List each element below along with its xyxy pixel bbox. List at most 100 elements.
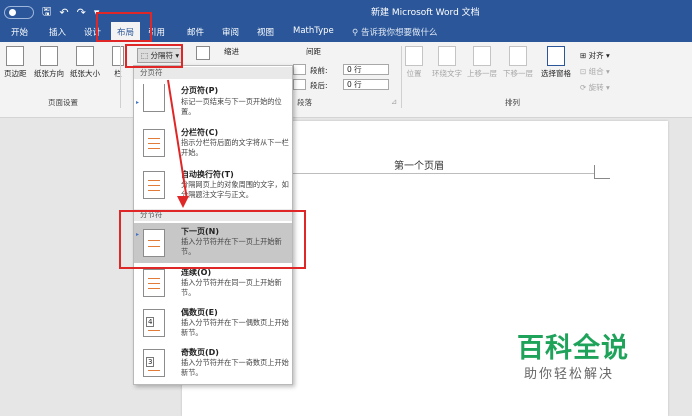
menu-item-text-wrapping-break[interactable]: 自动换行符(T) 分隔网页上的对象周围的文字，如分隔题注文字与正文。	[134, 167, 292, 209]
columns-icon	[112, 46, 124, 66]
group-button[interactable]: ⊡ 组合 ▾	[580, 66, 610, 77]
spacing-label: 间距	[306, 47, 321, 56]
menu-item-page-break[interactable]: ▸ 分页符(P) 标记一页结束与下一页开始的位置。	[134, 81, 292, 123]
wrap-text-button[interactable]: 环绕文字	[432, 46, 462, 79]
menu-item-even-page[interactable]: 4 偶数页(E) 插入分节符并在下一偶数页上开始新节。	[134, 305, 292, 345]
bring-forward-label: 上移一层	[467, 69, 497, 78]
text-wrapping-icon	[143, 171, 165, 199]
even-page-icon: 4	[143, 309, 165, 337]
margin-marker	[594, 165, 595, 179]
spacing-before-label: 段前:	[310, 66, 328, 75]
tab-review[interactable]: 审阅	[222, 26, 239, 38]
orientation-icon	[40, 46, 58, 66]
spacing-after-label: 段后:	[310, 81, 328, 90]
menu-item-desc: 插入分节符并在同一页上开始新节。	[181, 278, 282, 297]
menu-item-desc: 标记一页结束与下一页开始的位置。	[181, 97, 282, 116]
selection-pane-icon	[547, 46, 565, 66]
tell-me-text: 告诉我你想要做什么	[360, 28, 438, 38]
menu-item-desc: 插入分节符并在下一偶数页上开始新节。	[181, 318, 289, 337]
margins-icon	[6, 46, 25, 66]
margins-label: 页边距	[4, 69, 27, 78]
orientation-label: 纸张方向	[34, 69, 64, 78]
menu-item-desc: 指示分栏符后面的文字将从下一栏开始。	[181, 138, 289, 157]
orientation-button[interactable]: 纸张方向	[34, 46, 64, 79]
indent-label: 缩进	[224, 47, 239, 56]
tab-home[interactable]: 开始	[11, 26, 28, 38]
send-backward-label: 下移一层	[503, 69, 533, 78]
align-label: 对齐	[588, 51, 604, 60]
tab-insert[interactable]: 插入	[49, 26, 66, 38]
header-divider	[285, 173, 595, 174]
position-button[interactable]: 位置	[405, 46, 423, 79]
watermark-title: 百科全说	[517, 333, 629, 364]
size-button[interactable]: 纸张大小	[70, 46, 100, 79]
search-icon: ⚲	[352, 28, 361, 38]
send-backward-button[interactable]: 下移一层	[503, 46, 533, 79]
menu-item-title: 奇数页(D)	[181, 348, 219, 357]
autosave-toggle[interactable]	[4, 6, 34, 19]
annotation-arrow-head	[177, 196, 189, 208]
size-label: 纸张大小	[70, 69, 100, 78]
group-objects-label: 组合	[588, 67, 604, 76]
separator	[120, 46, 121, 108]
align-button[interactable]: ⊞ 对齐 ▾	[580, 50, 610, 61]
tab-mailings[interactable]: 邮件	[187, 26, 204, 38]
tab-view[interactable]: 视图	[257, 26, 274, 38]
odd-page-icon: 3	[143, 349, 165, 377]
spacing-after-field[interactable]: 0 行	[343, 79, 389, 90]
group-label-paragraph: 段落	[297, 98, 312, 107]
indent-right-field[interactable]	[293, 79, 306, 90]
continuous-icon	[143, 269, 165, 297]
menu-item-odd-page[interactable]: 3 奇数页(D) 插入分节符并在下一奇数页上开始新节。	[134, 345, 292, 385]
undo-icon[interactable]: ↶	[59, 6, 68, 19]
separator	[401, 46, 402, 108]
highlight-box-next-page	[119, 210, 306, 269]
line-numbers-icon	[196, 46, 210, 60]
bring-forward-button[interactable]: 上移一层	[467, 46, 497, 79]
group-label-arrange: 排列	[505, 98, 520, 107]
redo-icon[interactable]: ↷	[77, 6, 86, 19]
highlight-box-breaks-button	[125, 44, 183, 68]
menu-item-title: 偶数页(E)	[181, 308, 218, 317]
position-label: 位置	[406, 69, 422, 78]
highlight-box-layout-tab	[96, 12, 152, 42]
menu-item-title: 分页符(P)	[181, 86, 219, 95]
group-icon: ⊡	[580, 67, 589, 76]
indent-left-field[interactable]	[293, 64, 306, 75]
menu-item-title: 分栏符(C)	[181, 128, 219, 137]
column-break-icon	[143, 129, 165, 157]
bring-forward-icon	[473, 46, 491, 66]
paragraph-dialog-launcher[interactable]: ⊿	[391, 97, 397, 106]
line-numbers-button[interactable]	[196, 46, 210, 62]
columns-button[interactable]: 栏	[112, 46, 124, 79]
rotate-icon: ⟳	[580, 83, 589, 92]
tab-mathtype[interactable]: MathType	[293, 26, 334, 36]
group-label-page-setup: 页面设置	[48, 98, 78, 107]
watermark-subtitle: 助你轻松解决	[524, 367, 615, 382]
selection-pane-button[interactable]: 选择窗格	[541, 46, 571, 79]
menu-item-column-break[interactable]: 分栏符(C) 指示分栏符后面的文字将从下一栏开始。	[134, 125, 292, 167]
align-icon: ⊞	[580, 51, 589, 60]
page-break-icon	[143, 84, 165, 112]
wrap-text-label: 环绕文字	[432, 69, 462, 78]
menu-item-desc: 插入分节符并在下一奇数页上开始新节。	[181, 358, 289, 377]
margin-marker	[594, 178, 610, 179]
margins-button[interactable]: 页边距	[4, 46, 27, 79]
menu-item-continuous[interactable]: 连续(O) 插入分节符并在同一页上开始新节。	[134, 265, 292, 305]
save-icon[interactable]: 🖫	[42, 3, 51, 22]
send-backward-icon	[509, 46, 527, 66]
ribbon: 页边距 纸张方向 纸张大小 栏 ⬚ 分隔符 ▾ 页面设置 缩进 间距 段前: 0…	[0, 42, 692, 118]
spacing-before-field[interactable]: 0 行	[343, 64, 389, 75]
position-icon	[405, 46, 423, 66]
rotate-label: 旋转	[588, 83, 604, 92]
page-header-text[interactable]: 第一个页眉	[394, 157, 444, 172]
page-breaks-header: 分页符	[134, 67, 292, 79]
selection-pane-label: 选择窗格	[541, 69, 571, 78]
rotate-button[interactable]: ⟳ 旋转 ▾	[580, 82, 610, 93]
marker-icon: ▸	[136, 99, 140, 106]
size-icon	[76, 46, 94, 66]
menu-item-desc: 分隔网页上的对象周围的文字，如分隔题注文字与正文。	[181, 180, 289, 199]
wrap-text-icon	[438, 46, 456, 66]
quick-access-toolbar: 🖫 ↶ ↷ ▾	[4, 3, 99, 22]
tell-me-search[interactable]: ⚲ 告诉我你想要做什么	[352, 26, 437, 38]
